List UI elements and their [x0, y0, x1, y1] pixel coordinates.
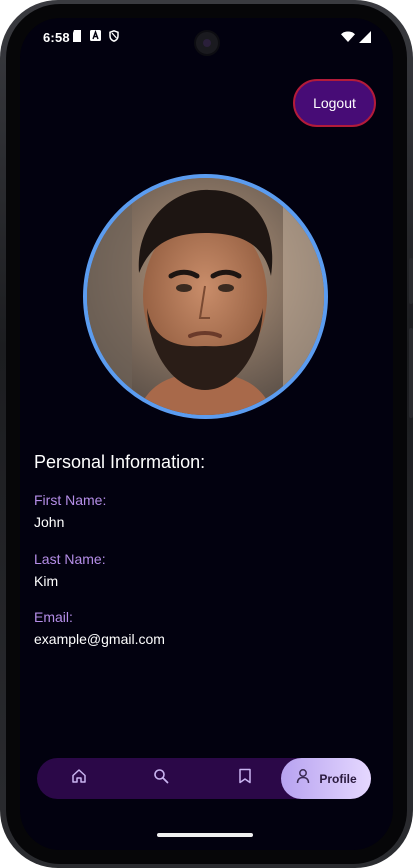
- signal-icon: [359, 31, 371, 46]
- shield-icon: [109, 30, 119, 42]
- status-right-icons: [341, 31, 371, 46]
- status-left-icons: [72, 30, 119, 42]
- nav-search[interactable]: [141, 758, 181, 799]
- phone-frame: 6:58 Logout Personal Information: First …: [0, 0, 413, 868]
- nav-home[interactable]: [59, 758, 99, 799]
- nav-profile-label: Profile: [319, 771, 357, 786]
- first-name-label: First Name:: [34, 492, 107, 508]
- profile-photo: [87, 178, 324, 415]
- person-icon: [295, 768, 311, 789]
- bookmark-icon: [238, 768, 252, 789]
- status-time: 6:58: [43, 30, 70, 45]
- last-name-label: Last Name:: [34, 551, 106, 567]
- power-button: [409, 258, 413, 304]
- home-indicator[interactable]: [157, 833, 253, 837]
- home-icon: [71, 768, 87, 789]
- personal-info-heading: Personal Information:: [34, 452, 206, 472]
- search-icon: [153, 768, 169, 789]
- screen: 6:58 Logout Personal Information: First …: [20, 18, 393, 850]
- email-label: Email:: [34, 609, 73, 625]
- bottom-nav: Profile: [37, 758, 371, 799]
- nav-profile[interactable]: Profile: [281, 758, 371, 799]
- front-camera: [194, 30, 220, 56]
- last-name-value: Kim: [34, 573, 59, 589]
- sd-card-icon: [72, 30, 82, 42]
- a-box-icon: [90, 30, 101, 42]
- wifi-icon: [341, 31, 355, 46]
- logout-button[interactable]: Logout: [293, 79, 376, 127]
- status-bar: 6:58: [20, 18, 393, 58]
- nav-bookmarks[interactable]: [225, 758, 265, 799]
- volume-button: [409, 328, 413, 418]
- avatar: [83, 174, 328, 419]
- first-name-value: John: [34, 514, 65, 530]
- email-value: example@gmail.com: [34, 631, 165, 647]
